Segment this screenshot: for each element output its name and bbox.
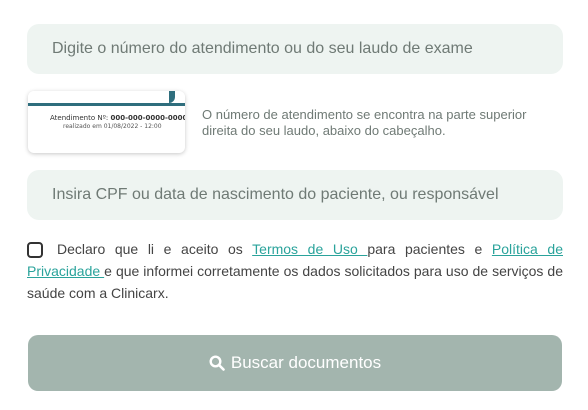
atendimento-number-field[interactable] xyxy=(27,24,563,74)
cpf-or-birthdate-input[interactable] xyxy=(50,185,563,205)
example-atendimento-value: 000-000-0000-0000 xyxy=(110,114,185,122)
report-header-bar xyxy=(28,91,185,106)
search-icon xyxy=(209,355,225,371)
atendimento-number-input[interactable] xyxy=(50,39,563,59)
consent-checkbox[interactable] xyxy=(27,242,43,258)
consent-statement: Declaro que li e aceito os Termos de Uso… xyxy=(27,238,563,304)
consent-text-after: e que informei corretamente os dados sol… xyxy=(27,263,563,301)
atendimento-hint-text: O número de atendimento se encontra na p… xyxy=(202,107,527,138)
cpf-or-birthdate-field[interactable] xyxy=(27,170,563,220)
terms-of-use-link[interactable]: Termos de Uso xyxy=(252,241,367,257)
consent-text-before: Declaro que li e aceito os xyxy=(57,241,253,257)
example-atendimento-line: Atendimento Nº: 000-000-0000-0000 xyxy=(50,114,185,122)
example-date-line: realizado em 01/08/2022 - 12:00 xyxy=(63,123,162,130)
consent-text-middle: para pacientes e xyxy=(367,241,492,257)
search-documents-button[interactable]: Buscar documentos xyxy=(28,335,562,391)
example-atendimento-label: Atendimento Nº: xyxy=(50,114,109,122)
search-documents-label: Buscar documentos xyxy=(230,353,382,372)
report-header-example-image: Atendimento Nº: 000-000-0000-0000 realiz… xyxy=(28,91,185,153)
